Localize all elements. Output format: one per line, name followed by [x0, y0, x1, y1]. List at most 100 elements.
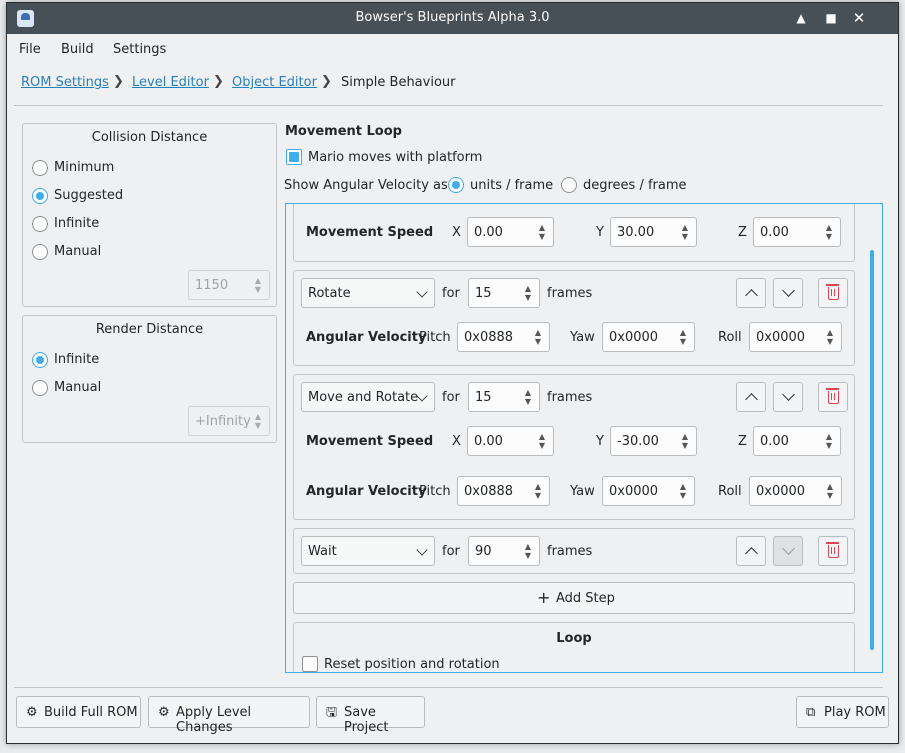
move-up-button[interactable] — [736, 382, 766, 412]
collision-manual-radio[interactable] — [32, 244, 48, 260]
move-down-button[interactable] — [773, 382, 803, 412]
roll-label: Roll — [718, 330, 742, 345]
move-down-button[interactable] — [773, 536, 803, 566]
spin-arrows-icon: ▲ ▼ — [538, 223, 546, 241]
frames-label: frames — [547, 286, 593, 301]
spin-arrows-icon: ▲ ▼ — [679, 482, 687, 500]
delete-step-button[interactable] — [818, 536, 848, 566]
pitch-spinbox[interactable]: 0x0888 ▲ ▼ — [457, 322, 550, 352]
frames-spinbox[interactable]: 90 ▲ ▼ — [468, 536, 540, 566]
reset-position-checkbox[interactable] — [302, 656, 318, 672]
spin-arrows-icon: ▲ ▼ — [681, 432, 689, 450]
z-label: Z — [738, 434, 747, 449]
roll-spinbox[interactable]: 0x0000 ▲ ▼ — [749, 476, 842, 506]
divider — [14, 105, 883, 106]
movement-loop-title: Movement Loop — [285, 124, 402, 139]
collision-manual-label[interactable]: Manual — [54, 244, 101, 259]
loop-card: Loop Reset position and rotation — [293, 622, 855, 672]
roll-value: 0x0000 — [756, 330, 806, 345]
render-infinite-radio[interactable] — [32, 352, 48, 368]
x-label: X — [452, 434, 461, 449]
pitch-spinbox[interactable]: 0x0888 ▲ ▼ — [457, 476, 550, 506]
play-rom-button[interactable]: ⧉ Play ROM — [796, 696, 889, 728]
roll-spinbox[interactable]: 0x0000 ▲ ▼ — [749, 322, 842, 352]
add-step-button[interactable]: + Add Step — [293, 582, 855, 614]
movement-speed-label: Movement Speed — [306, 225, 434, 240]
render-manual-label[interactable]: Manual — [54, 380, 101, 395]
step-type-combo[interactable]: Rotate — [301, 278, 435, 308]
step-type-combo[interactable]: Wait — [301, 536, 435, 566]
collision-infinite-radio[interactable] — [32, 216, 48, 232]
collision-suggested-radio[interactable] — [32, 188, 48, 204]
steps-scrollbar[interactable] — [870, 250, 874, 650]
collision-distance-title: Collision Distance — [91, 130, 208, 145]
angular-velocity-unit-label: Show Angular Velocity as: — [284, 178, 453, 193]
spin-arrows-icon: ▲ ▼ — [534, 328, 542, 346]
collision-distance-spinbox[interactable]: 1150 ▲ ▼ — [188, 270, 270, 300]
render-distance-spinbox[interactable]: +Infinity ▲ ▼ — [188, 406, 270, 436]
render-distance-value: +Infinity — [195, 414, 251, 429]
yaw-label: Yaw — [570, 484, 595, 499]
breadcrumb-current: Simple Behaviour — [341, 75, 456, 90]
move-down-button[interactable] — [773, 278, 803, 308]
render-infinite-label[interactable]: Infinite — [54, 352, 99, 367]
build-full-rom-button[interactable]: ⚙ Build Full ROM — [16, 696, 141, 728]
step-type-combo[interactable]: Move and Rotate — [301, 382, 435, 412]
add-step-label: Add Step — [556, 591, 615, 606]
breadcrumb: ROM Settings ❯ Level Editor ❯ Object Edi… — [14, 74, 874, 95]
menu-file[interactable]: File — [19, 42, 41, 57]
yaw-spinbox[interactable]: 0x0000 ▲ ▼ — [602, 322, 695, 352]
speed-x-spinbox[interactable]: 0.00 ▲ ▼ — [467, 217, 554, 247]
title-bar[interactable]: Bowser's Blueprints Alpha 3.0 ▲ ■ ✕ — [7, 3, 898, 34]
speed-x-value: 0.00 — [474, 225, 503, 240]
render-manual-radio[interactable] — [32, 380, 48, 396]
speed-y-spinbox[interactable]: -30.00 ▲ ▼ — [610, 426, 697, 456]
menu-bar: File Build Settings — [7, 34, 898, 64]
yaw-spinbox[interactable]: 0x0000 ▲ ▼ — [602, 476, 695, 506]
collision-suggested-label[interactable]: Suggested — [54, 188, 123, 203]
step-card-partial: Movement Speed X 0.00 ▲ ▼ Y 30.00 ▲ ▼ Z 0.00… — [293, 204, 855, 262]
frames-label: frames — [547, 544, 593, 559]
frames-spinbox[interactable]: 15 ▲ ▼ — [468, 278, 540, 308]
speed-z-spinbox[interactable]: 0.00 ▲ ▼ — [753, 426, 841, 456]
delete-step-button[interactable] — [818, 278, 848, 308]
render-distance-title: Render Distance — [95, 322, 204, 337]
frames-spinbox[interactable]: 15 ▲ ▼ — [468, 382, 540, 412]
gear-icon: ⚙ — [158, 705, 170, 720]
close-icon[interactable]: ✕ — [850, 9, 868, 27]
degrees-per-frame-radio[interactable] — [561, 177, 577, 193]
degrees-per-frame-label[interactable]: degrees / frame — [583, 178, 687, 193]
collision-minimum-label[interactable]: Minimum — [54, 160, 114, 175]
speed-z-spinbox[interactable]: 0.00 ▲ ▼ — [753, 217, 841, 247]
apply-level-changes-button[interactable]: ⚙ Apply Level Changes — [148, 696, 310, 735]
collision-distance-value: 1150 — [195, 278, 229, 293]
move-up-button[interactable] — [736, 278, 766, 308]
chevron-down-icon — [416, 544, 428, 556]
delete-step-button[interactable] — [818, 382, 848, 412]
units-per-frame-label[interactable]: units / frame — [470, 178, 553, 193]
move-up-button[interactable] — [736, 536, 766, 566]
spin-arrows-icon: ▲ ▼ — [538, 432, 546, 450]
units-per-frame-radio[interactable] — [448, 177, 464, 193]
spin-arrows-icon: ▲ ▼ — [825, 223, 833, 241]
minimize-icon[interactable]: ▲ — [792, 9, 810, 27]
reset-position-label[interactable]: Reset position and rotation — [324, 657, 500, 672]
collision-minimum-radio[interactable] — [32, 160, 48, 176]
mario-moves-checkbox[interactable] — [286, 149, 302, 165]
mario-moves-label[interactable]: Mario moves with platform — [308, 150, 482, 165]
breadcrumb-object-editor[interactable]: Object Editor — [232, 75, 317, 90]
maximize-icon[interactable]: ■ — [822, 9, 840, 27]
frames-value: 15 — [475, 286, 492, 301]
collision-distance-group: Collision Distance Minimum Suggested Inf… — [22, 123, 277, 307]
breadcrumb-rom-settings[interactable]: ROM Settings — [21, 75, 109, 90]
save-project-button[interactable]: 🖫 Save Project — [316, 696, 425, 735]
menu-build[interactable]: Build — [61, 42, 94, 57]
speed-x-spinbox[interactable]: 0.00 ▲ ▼ — [467, 426, 554, 456]
speed-y-spinbox[interactable]: 30.00 ▲ ▼ — [610, 217, 697, 247]
x-label: X — [452, 225, 461, 240]
menu-settings[interactable]: Settings — [113, 42, 166, 57]
frames-label: frames — [547, 390, 593, 405]
breadcrumb-level-editor[interactable]: Level Editor — [132, 75, 209, 90]
angular-velocity-label: Angular Velocity — [306, 484, 427, 499]
collision-infinite-label[interactable]: Infinite — [54, 216, 99, 231]
